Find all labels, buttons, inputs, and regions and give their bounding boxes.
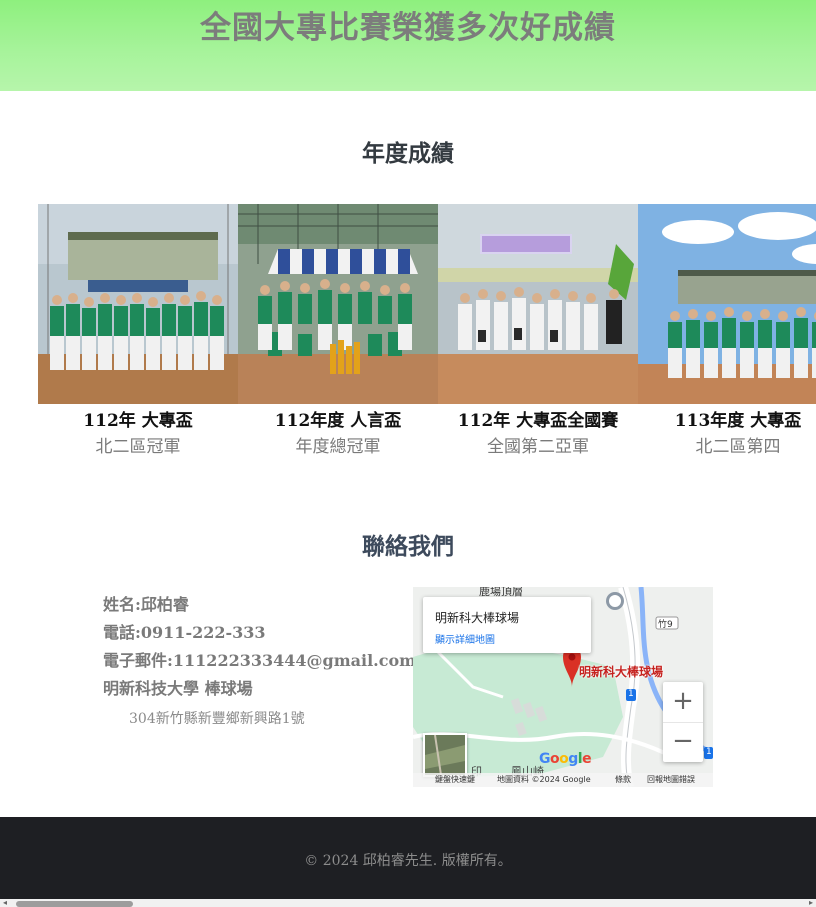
card-subtitle: 年度總冠軍 [295, 437, 381, 457]
card-title: 112年度 人言盃 [274, 411, 402, 431]
card-subtitle: 全國第二亞軍 [487, 437, 589, 457]
view-larger-map-link[interactable]: 顯示詳細地圖 [435, 631, 495, 646]
result-card[interactable]: 112年 大專盃全國賽 全國第二亞軍 [438, 204, 638, 464]
zoom-out-button[interactable]: − [663, 722, 703, 762]
road-marker: 1 [628, 689, 634, 699]
google-logo: Google [539, 751, 592, 767]
contact-name: 姓名:邱柏睿 [103, 595, 189, 614]
banner-title: 全國大專比賽榮獲多次好成績 [200, 10, 616, 46]
zoom-in-button[interactable]: + [663, 682, 703, 723]
zoom-controls: + − [663, 682, 703, 762]
map-pin-label[interactable]: 明新科大棒球場 [579, 663, 663, 680]
team-photo [438, 204, 638, 404]
copyright-text: © 2024 邱柏睿先生. 版權所有。 [304, 853, 512, 869]
card-subtitle: 北二區第四 [695, 437, 781, 457]
contact-info: 姓名:邱柏睿 電話:0911-222-333 電子郵件:111222333444… [103, 594, 417, 728]
place-info-card: 明新科大棒球場 顯示詳細地圖 [423, 597, 591, 653]
footer: © 2024 邱柏睿先生. 版權所有。 [0, 817, 816, 907]
scrollbar-thumb[interactable] [16, 901, 133, 907]
top-banner: 全國大專比賽榮獲多次好成績 [0, 0, 816, 91]
results-gallery: 112年 大專盃 北二區冠軍 112年度 人言盃 年度總冠軍 112年 大專盃全… [38, 204, 816, 464]
result-card[interactable]: 112年度 人言盃 年度總冠軍 [238, 204, 438, 464]
road-label: 竹9 [658, 620, 673, 630]
results-section-title: 年度成績 [362, 141, 454, 167]
result-card[interactable]: 112年 大專盃 北二區冠軍 [38, 204, 238, 464]
card-title: 112年 大專盃 [83, 411, 193, 431]
team-photo [38, 204, 238, 404]
scroll-right-arrow-icon[interactable]: ▸ [806, 899, 816, 907]
result-card[interactable]: 113年度 大專盃 北二區第四 [638, 204, 816, 464]
satellite-thumbnail-icon [425, 735, 465, 775]
embedded-map[interactable]: 鹿場頂層 竹9 1 1 鳳山崎 印 明新科大棒球場 顯示詳細地圖 明新科大棒球場… [413, 587, 713, 787]
road-marker: 1 [706, 747, 712, 757]
card-title: 112年 大專盃全國賽 [457, 411, 619, 431]
satellite-toggle[interactable] [423, 733, 467, 777]
map-attribution: 鍵盤快速鍵 地圖資料 ©2024 Google 條款 回報地圖錯誤 [413, 773, 713, 787]
horizontal-scrollbar[interactable]: ◂ ▸ [0, 899, 816, 907]
team-photo [638, 204, 816, 404]
team-photo [238, 204, 438, 404]
contact-phone: 電話:0911-222-333 [103, 623, 266, 642]
report-error-link[interactable]: 回報地圖錯誤 [647, 773, 695, 787]
contact-school: 明新科技大學 棒球場 [103, 679, 253, 698]
terms-link[interactable]: 條款 [615, 773, 631, 787]
contact-email: 電子郵件:111222333444@gmail.com [103, 651, 417, 670]
card-title: 113年度 大專盃 [674, 411, 802, 431]
contact-section-title: 聯絡我們 [362, 534, 454, 560]
scroll-left-arrow-icon[interactable]: ◂ [0, 899, 10, 907]
keyboard-shortcuts-link[interactable]: 鍵盤快速鍵 [435, 773, 475, 787]
page: 全國大專比賽榮獲多次好成績 年度成績 112年 大專盃 北二區冠軍 112年度 … [0, 0, 816, 907]
card-subtitle: 北二區冠軍 [95, 437, 181, 457]
place-name: 明新科大棒球場 [435, 611, 520, 625]
contact-address: 304新竹縣新豐鄉新興路1號 [129, 711, 305, 727]
map-data-text: 地圖資料 ©2024 Google [497, 775, 591, 784]
